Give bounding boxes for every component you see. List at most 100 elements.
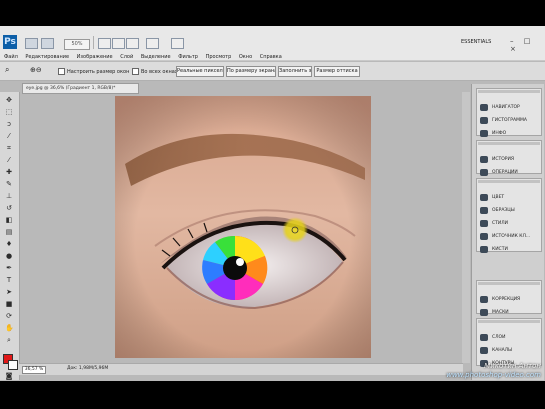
zoom-percentage-field[interactable]: 36,57 % — [22, 366, 46, 374]
hand-tool-icon[interactable] — [98, 38, 111, 49]
panel-styles[interactable]: СТИЛИ — [480, 213, 508, 227]
panel-group-color: ЦВЕТ ОБРАЗЦЫ СТИЛИ ИСТОЧНИК КЛ... КИСТИ — [476, 178, 542, 253]
panel-history[interactable]: ИСТОРИЯ — [480, 149, 514, 163]
history-brush-icon[interactable]: ↺ — [5, 204, 13, 212]
quick-mask-icon[interactable]: ◙ — [5, 372, 13, 380]
panel-grip — [478, 282, 540, 285]
menu-help[interactable]: Справка — [260, 54, 282, 60]
hand-tool-icon[interactable]: ✋ — [5, 324, 14, 332]
photoshop-logo: Ps — [3, 35, 17, 49]
panel-channels[interactable]: КАНАЛЫ — [480, 340, 512, 354]
fit-screen-button[interactable]: По размеру экрана — [226, 66, 276, 77]
menu-image[interactable]: Изображение — [77, 54, 113, 60]
panel-grip — [478, 90, 540, 93]
panel-info[interactable]: ИНФО — [480, 123, 506, 137]
background-color-swatch[interactable] — [8, 360, 18, 370]
menu-layer[interactable]: Слой — [120, 54, 133, 60]
actual-pixels-button[interactable]: Реальные пикселы — [176, 66, 224, 77]
panel-paths[interactable]: КОНТУРЫ — [480, 353, 514, 367]
gradient-tool-icon[interactable]: ▤ — [5, 228, 13, 236]
panel-histogram[interactable]: ГИСТОГРАММА — [480, 110, 527, 124]
zoom-tool-icon[interactable]: ⌕ — [5, 336, 13, 344]
panel-group-layers: СЛОИ КАНАЛЫ КОНТУРЫ — [476, 318, 542, 367]
panel-grip — [478, 142, 540, 145]
actions-icon — [480, 169, 488, 176]
panel-grip — [478, 180, 540, 183]
panel-dock: НАВИГАТОР ГИСТОГРАММА ИНФО ИСТОРИЯ ОПЕРА… — [471, 84, 544, 380]
eyedropper-icon[interactable]: ⁄ — [5, 156, 13, 164]
menu-edit[interactable]: Редактирование — [25, 54, 69, 60]
photoshop-window: Ps 50% ESSENTIALS – □ × Файл Редактирова… — [0, 26, 545, 381]
zoom-level-select[interactable]: 50% — [64, 39, 90, 50]
lasso-tool-icon[interactable]: ↄ — [5, 120, 13, 128]
screen-mode-icon[interactable] — [171, 38, 184, 49]
3d-rotate-icon[interactable]: ⟳ — [5, 312, 13, 320]
panel-grip — [478, 320, 540, 323]
zoom-in-out-icon[interactable]: ⊕⊖ — [30, 66, 42, 74]
panel-color[interactable]: ЦВЕТ — [480, 187, 504, 201]
menu-filter[interactable]: Фильтр — [178, 54, 198, 60]
print-size-button[interactable]: Размер оттиска — [314, 66, 360, 77]
blur-tool-icon[interactable]: ♦ — [5, 240, 13, 248]
quick-selection-icon[interactable]: ⁄ — [5, 132, 13, 140]
shape-tool-icon[interactable]: ■ — [5, 300, 13, 308]
path-selection-icon[interactable]: ➤ — [5, 288, 13, 296]
panel-layers[interactable]: СЛОИ — [480, 327, 505, 341]
clone-stamp-icon[interactable]: ⊥ — [5, 192, 13, 200]
window-controls[interactable]: – □ × — [510, 37, 545, 53]
watermark-author: Микотин Антон — [484, 362, 541, 370]
options-bar: ⌕ ⊕⊖ Настроить размер окон Во всех окнах… — [0, 62, 545, 81]
watermark-url: www.photoshop-video.com — [446, 371, 541, 379]
fill-screen-button[interactable]: Заполнить экран — [278, 66, 312, 77]
canvas-scrollbar[interactable] — [462, 92, 470, 363]
menu-window[interactable]: Окно — [239, 54, 252, 60]
resize-windows-option[interactable]: Настроить размер окон — [58, 68, 129, 75]
marquee-tool-icon[interactable]: ⬚ — [5, 108, 13, 116]
toolbox: ✥ ⬚ ↄ ⁄ ⌗ ⁄ ✚ ✎ ⊥ ↺ ◧ ▤ ♦ ● ✒ T ➤ ■ ⟳ ✋ … — [0, 92, 20, 380]
yellow-paint-spot — [282, 217, 308, 243]
crop-tool-icon[interactable]: ⌗ — [5, 144, 13, 152]
rotate-view-icon[interactable] — [126, 38, 139, 49]
pen-tool-icon[interactable]: ✒ — [5, 264, 13, 272]
panel-brushes[interactable]: КИСТИ — [480, 239, 508, 253]
workspace-switcher[interactable]: ESSENTIALS — [461, 39, 491, 45]
eye-highlight — [236, 258, 244, 266]
brushes-icon — [480, 246, 488, 253]
separator — [93, 36, 94, 49]
application-bar: Ps 50% ESSENTIALS – □ × Файл Редактирова… — [0, 26, 545, 61]
panel-group-navigator: НАВИГАТОР ГИСТОГРАММА ИНФО — [476, 88, 542, 137]
video-watermark: Микотин Антон www.photoshop-video.com — [433, 362, 541, 380]
checkbox-icon — [58, 68, 65, 75]
eye-photo — [115, 96, 371, 358]
eraser-tool-icon[interactable]: ◧ — [5, 216, 13, 224]
brush-tool-icon[interactable]: ✎ — [5, 180, 13, 188]
masks-icon — [480, 309, 488, 316]
panel-group-history: ИСТОРИЯ ОПЕРАЦИИ — [476, 140, 542, 176]
healing-brush-icon[interactable]: ✚ — [5, 168, 13, 176]
document-canvas[interactable] — [115, 96, 371, 358]
pupil — [223, 256, 247, 280]
menu-select[interactable]: Выделение — [141, 54, 171, 60]
arrange-documents-icon[interactable] — [146, 38, 159, 49]
panel-masks[interactable]: МАСКИ — [480, 302, 509, 316]
menu-view[interactable]: Просмотр — [206, 54, 232, 60]
panel-group-adjustments: КОРРЕКЦИЯ МАСКИ — [476, 280, 542, 316]
bridge-icon[interactable] — [25, 38, 38, 49]
document-size: Док: 1,98M/5,96M — [67, 366, 109, 371]
document-tab[interactable]: eye.jpg @ 36,6% (Градиент 1, RGB/8)* — [22, 83, 139, 94]
main-menu: Файл Редактирование Изображение Слой Выд… — [4, 54, 288, 60]
panel-navigator[interactable]: НАВИГАТОР — [480, 97, 520, 111]
move-tool-icon[interactable]: ✥ — [5, 96, 13, 104]
panel-adjustments[interactable]: КОРРЕКЦИЯ — [480, 289, 520, 303]
panel-actions[interactable]: ОПЕРАЦИИ — [480, 162, 518, 176]
type-tool-icon[interactable]: T — [5, 276, 13, 284]
menu-file[interactable]: Файл — [4, 54, 18, 60]
checkbox-icon — [132, 68, 139, 75]
panel-swatches[interactable]: ОБРАЗЦЫ — [480, 200, 515, 214]
all-windows-option[interactable]: Во всех окнах — [132, 68, 178, 75]
dodge-tool-icon[interactable]: ● — [5, 252, 13, 260]
zoom-tool-icon[interactable] — [112, 38, 125, 49]
panel-clone-source[interactable]: ИСТОЧНИК КЛ... — [480, 226, 530, 240]
mini-bridge-icon[interactable] — [41, 38, 54, 49]
zoom-tool-icon[interactable]: ⌕ — [5, 65, 9, 75]
